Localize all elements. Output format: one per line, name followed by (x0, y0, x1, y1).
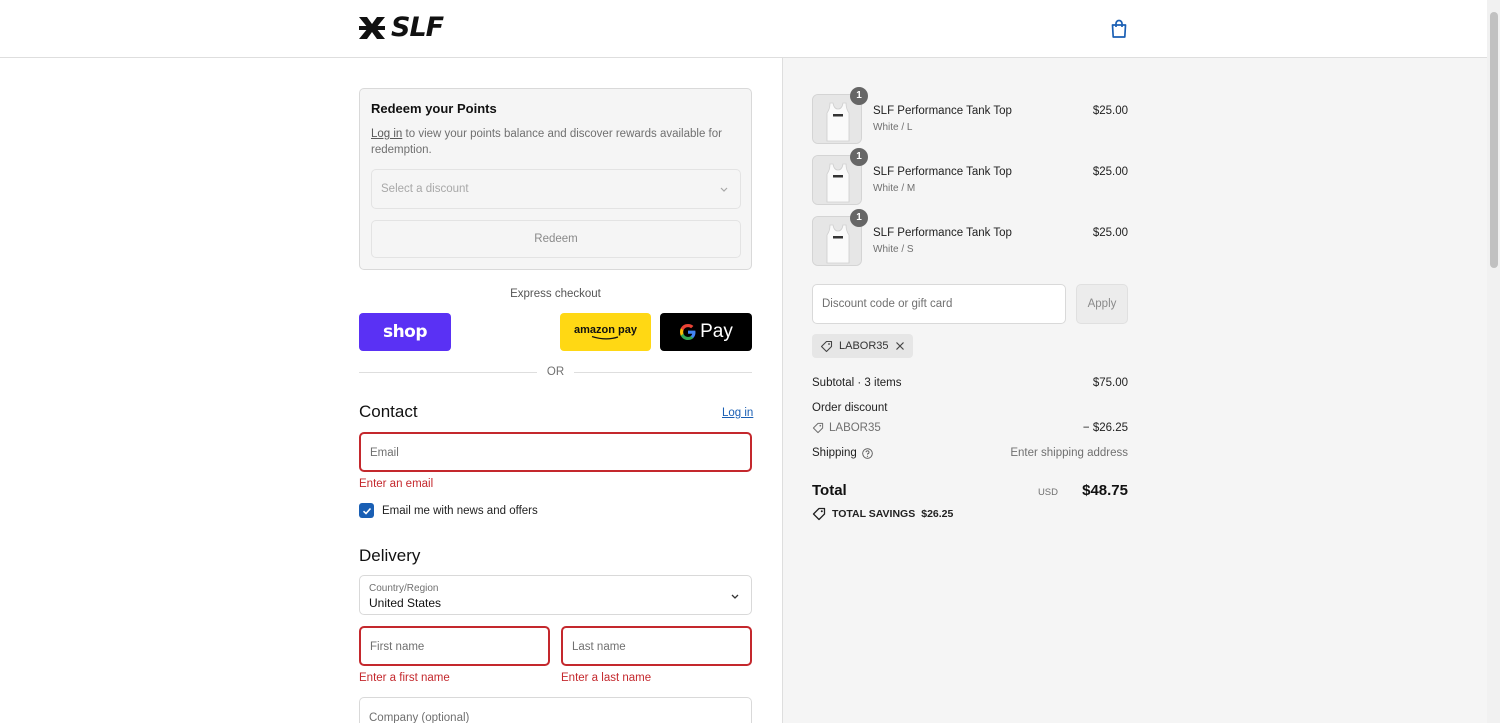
contact-login-link[interactable]: Log in (722, 407, 753, 419)
amazon-pay-label: amazon pay (574, 324, 637, 336)
redeem-login-link[interactable]: Log in (371, 128, 402, 140)
brand-mark-icon (359, 17, 385, 39)
delivery-title: Delivery (359, 546, 421, 565)
discount-code-text: LABOR35 (829, 422, 881, 434)
redeem-title: Redeem your Points (371, 101, 497, 116)
subtotal-value: $75.00 (1092, 377, 1128, 389)
redeem-button[interactable]: Redeem (371, 220, 741, 258)
cart-item: 1 SLF Performance Tank Top White / S $25… (812, 209, 1128, 266)
item-variant: White / S (873, 244, 914, 255)
contact-title: Contact (359, 402, 418, 421)
item-price: $25.00 (1092, 166, 1128, 178)
item-price: $25.00 (1092, 105, 1128, 117)
country-label: Country/Region (369, 583, 439, 594)
last-name-field[interactable]: Last name (561, 626, 752, 666)
google-pay-button[interactable]: Pay (660, 313, 752, 351)
item-price: $25.00 (1092, 227, 1128, 239)
brand-logo[interactable]: SLF (359, 12, 444, 43)
email-placeholder: Email (370, 447, 399, 459)
express-checkout-label: Express checkout (510, 288, 601, 300)
newsletter-checkbox-row[interactable]: Email me with news and offers (359, 503, 538, 518)
first-name-placeholder: First name (370, 641, 425, 653)
country-select[interactable]: Country/Region United States (359, 575, 752, 615)
checkmark-icon (362, 507, 371, 515)
chevron-down-icon (731, 594, 739, 599)
cart-item: 1 SLF Performance Tank Top White / M $25… (812, 148, 1128, 205)
discount-select-placeholder: Select a discount (381, 183, 469, 195)
savings-label: TOTAL SAVINGS (832, 508, 916, 520)
redeem-description-text: to view your points balance and discover… (371, 128, 722, 156)
subtotal-row: Subtotal · 3 items $75.00 (812, 377, 1128, 389)
shipping-row: Shipping Enter shipping address (812, 447, 1128, 459)
item-name: SLF Performance Tank Top (873, 105, 1012, 117)
first-name-field[interactable]: First name (359, 626, 550, 666)
header: SLF (0, 0, 1487, 58)
last-name-placeholder: Last name (572, 641, 626, 653)
quantity-badge: 1 (850, 148, 868, 166)
shopping-bag-icon[interactable] (1110, 19, 1128, 39)
brand-name: SLF (391, 12, 444, 43)
discount-code-row: LABOR35 − $26.25 (812, 422, 1128, 437)
total-amount: $48.75 (1082, 482, 1128, 499)
close-icon[interactable] (895, 341, 905, 351)
redeem-points-card: Redeem your Points Log in to view your p… (359, 88, 752, 270)
shipping-label-group: Shipping (812, 447, 873, 459)
savings-amount: $26.25 (921, 508, 954, 520)
shipping-value: Enter shipping address (1010, 447, 1128, 459)
apply-button[interactable]: Apply (1076, 284, 1128, 324)
newsletter-label: Email me with news and offers (382, 504, 538, 517)
shop-pay-label: shop (382, 322, 428, 342)
help-circle-icon[interactable] (862, 447, 873, 459)
order-discount-label: Order discount (812, 402, 888, 414)
shipping-label: Shipping (812, 447, 857, 459)
discount-code-placeholder: Discount code or gift card (822, 298, 953, 310)
tag-icon (820, 340, 833, 352)
company-placeholder: Company (optional) (369, 712, 470, 723)
total-savings: TOTAL SAVINGS $26.25 (812, 507, 953, 521)
cart-item: 1 SLF Performance Tank Top White / L $25… (812, 87, 1128, 144)
newsletter-checkbox[interactable] (359, 503, 374, 518)
google-pay-label: Pay (700, 321, 733, 342)
last-name-error: Enter a last name (561, 672, 652, 684)
order-discount-row: Order discount (812, 402, 1128, 414)
total-label: Total (812, 482, 847, 499)
applied-discount-code: LABOR35 (839, 340, 889, 352)
amazon-smile-icon (591, 336, 618, 340)
google-g-icon (680, 324, 696, 340)
quantity-badge: 1 (850, 87, 868, 105)
email-error: Enter an email (359, 478, 434, 490)
redeem-description: Log in to view your points balance and d… (371, 126, 731, 158)
scrollbar[interactable] (1487, 0, 1500, 723)
shop-pay-button[interactable]: shop (359, 313, 451, 351)
divider-line-right (574, 372, 752, 373)
tag-icon (812, 507, 826, 521)
discount-code-input[interactable]: Discount code or gift card (812, 284, 1066, 324)
email-field[interactable]: Email (359, 432, 752, 472)
currency-code: USD (1037, 487, 1058, 498)
company-field[interactable]: Company (optional) (359, 697, 752, 723)
or-divider: OR (359, 366, 752, 380)
first-name-error: Enter a first name (359, 672, 450, 684)
scrollbar-thumb[interactable] (1490, 12, 1498, 268)
item-name: SLF Performance Tank Top (873, 227, 1012, 239)
discount-select[interactable]: Select a discount (371, 169, 741, 209)
chevron-down-icon (720, 187, 728, 192)
total-row: Total USD $48.75 (812, 480, 1128, 502)
applied-discount-chip: LABOR35 (812, 334, 913, 358)
item-variant: White / M (873, 183, 916, 194)
subtotal-label: Subtotal · 3 items (812, 377, 902, 389)
discount-amount: − $26.25 (1082, 422, 1128, 434)
tag-icon (812, 422, 824, 434)
country-value: United States (369, 596, 442, 610)
item-variant: White / L (873, 122, 913, 133)
discount-code-label: LABOR35 (812, 422, 881, 434)
amazon-pay-button[interactable]: amazon pay (560, 313, 651, 351)
quantity-badge: 1 (850, 209, 868, 227)
item-name: SLF Performance Tank Top (873, 166, 1012, 178)
